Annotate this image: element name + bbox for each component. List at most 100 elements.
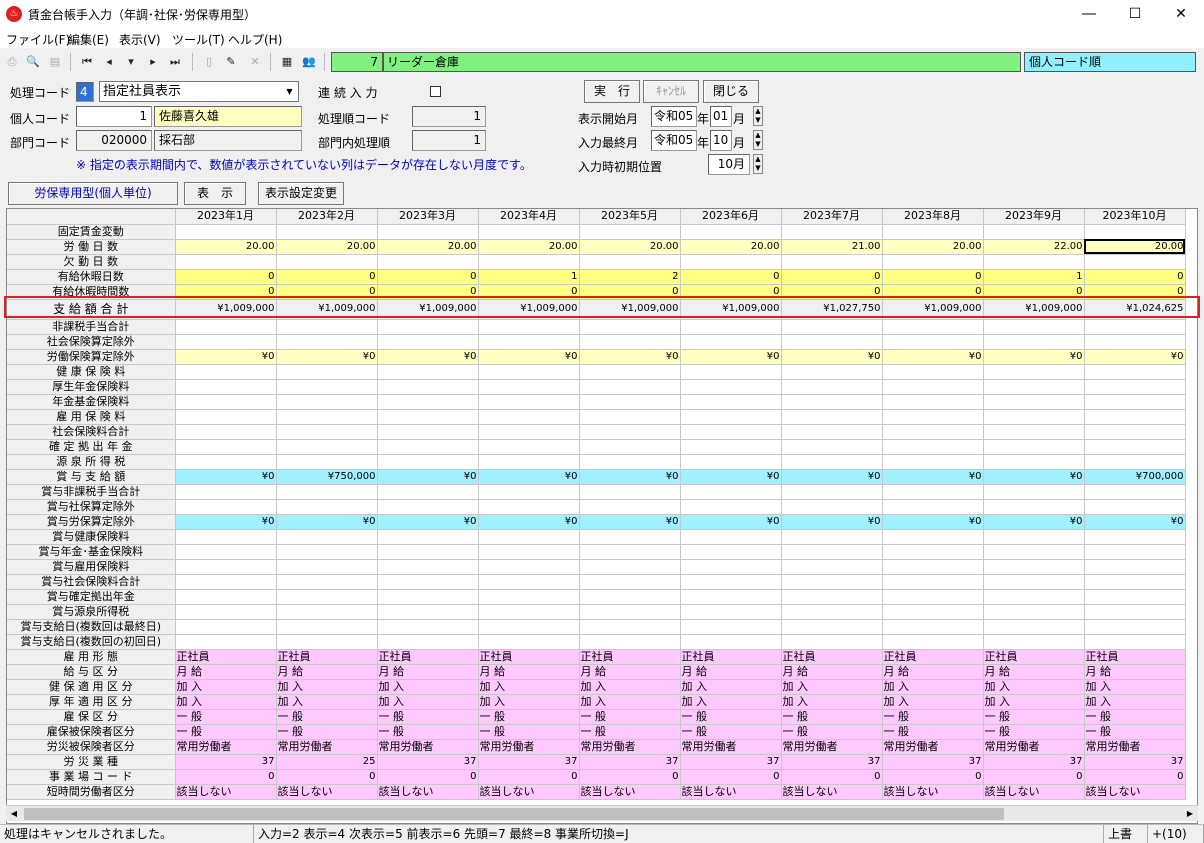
grid-cell[interactable]: ¥0 [680, 469, 782, 485]
grid-cell[interactable] [1084, 409, 1186, 425]
menu-help[interactable]: ヘルプ(H) [228, 31, 282, 48]
grid-cell[interactable]: ¥1,009,000 [175, 299, 277, 320]
grid-cell[interactable]: 一 般 [579, 724, 681, 740]
display-button[interactable]: 表 示 [184, 182, 246, 205]
grid-cell[interactable]: 20.00 [175, 239, 277, 255]
grid-cell[interactable]: 20.00 [478, 239, 580, 255]
grid-cell[interactable] [882, 424, 984, 440]
print-preview-icon[interactable]: 🔍 [24, 53, 42, 71]
grid-cell[interactable] [276, 529, 378, 545]
grid-cell[interactable]: 0 [175, 284, 277, 300]
grid-cell[interactable]: ¥750,000 [276, 469, 378, 485]
grid-cell[interactable]: ¥0 [276, 349, 378, 365]
grid-cell[interactable]: 該当しない [680, 784, 782, 800]
grid-cell[interactable]: 一 般 [175, 709, 277, 725]
grid-cell[interactable] [680, 634, 782, 650]
grid-cell[interactable] [579, 334, 681, 350]
grid-cell[interactable] [781, 559, 883, 575]
page-icon[interactable]: ▤ [46, 53, 64, 71]
grid-cell[interactable] [377, 319, 479, 335]
grid-cell[interactable] [1084, 334, 1186, 350]
grid-cell[interactable] [781, 439, 883, 455]
grid-cell[interactable]: 一 般 [377, 724, 479, 740]
grid-cell[interactable] [276, 544, 378, 560]
grid-cell[interactable] [579, 439, 681, 455]
grid-cell[interactable]: 37 [781, 754, 883, 770]
grid-cell[interactable] [377, 424, 479, 440]
grid-cell[interactable]: 20.00 [882, 239, 984, 255]
grid-cell[interactable] [882, 619, 984, 635]
grid-cell[interactable] [680, 379, 782, 395]
grid-cell[interactable]: 一 般 [882, 709, 984, 725]
grid-cell[interactable]: 1 [983, 269, 1085, 285]
grid-cell[interactable] [781, 334, 883, 350]
grid-cell[interactable] [175, 379, 277, 395]
grid-cell[interactable] [377, 634, 479, 650]
grid-cell[interactable] [276, 424, 378, 440]
grid-cell[interactable] [579, 409, 681, 425]
grid-cell[interactable]: ¥0 [175, 469, 277, 485]
grid-cell[interactable]: 0 [478, 769, 580, 785]
grid-cell[interactable]: 加 入 [680, 679, 782, 695]
grid-cell[interactable]: 0 [882, 269, 984, 285]
grid-cell[interactable] [882, 394, 984, 410]
grid-cell[interactable] [377, 254, 479, 270]
grid-cell[interactable] [983, 334, 1085, 350]
grid-cell[interactable]: 37 [377, 754, 479, 770]
grid-cell[interactable] [680, 544, 782, 560]
grid-cell[interactable]: ¥0 [781, 349, 883, 365]
month-header[interactable]: 2023年8月 [882, 209, 984, 225]
grid-cell[interactable] [1084, 634, 1186, 650]
grid-cell[interactable]: 常用労働者 [882, 739, 984, 755]
grid-cell[interactable]: 月 給 [175, 664, 277, 680]
grid-cell[interactable] [276, 499, 378, 515]
grid-cell[interactable] [882, 634, 984, 650]
grid-cell[interactable] [377, 334, 479, 350]
grid-cell[interactable] [175, 439, 277, 455]
grid-cell[interactable] [276, 574, 378, 590]
grid-cell[interactable] [579, 254, 681, 270]
grid-cell[interactable]: 一 般 [579, 709, 681, 725]
grid-cell[interactable]: ¥0 [1084, 349, 1186, 365]
grid-cell[interactable]: 該当しない [175, 784, 277, 800]
grid-cell[interactable] [478, 254, 580, 270]
grid-cell[interactable]: ¥0 [377, 349, 479, 365]
grid-cell[interactable] [579, 544, 681, 560]
grid-cell[interactable] [1084, 439, 1186, 455]
month-header[interactable]: 2023年5月 [579, 209, 681, 225]
display-settings-button[interactable]: 表示設定変更 [258, 182, 344, 205]
grid-cell[interactable] [377, 439, 479, 455]
grid-cell[interactable]: 加 入 [680, 694, 782, 710]
grid-cell[interactable] [1084, 224, 1186, 240]
grid-cell[interactable] [983, 499, 1085, 515]
grid-cell[interactable]: 正社員 [983, 649, 1085, 665]
grid-cell[interactable] [882, 559, 984, 575]
grid-cell[interactable]: 0 [579, 769, 681, 785]
calculator-icon[interactable]: ▦ [278, 53, 296, 71]
grid-cell[interactable]: 37 [478, 754, 580, 770]
close-window-button[interactable]: ✕ [1158, 0, 1204, 28]
grid-cell[interactable] [478, 499, 580, 515]
grid-cell[interactable] [1084, 589, 1186, 605]
grid-cell[interactable]: ¥1,009,000 [983, 299, 1085, 320]
grid-cell[interactable] [882, 574, 984, 590]
grid-cell[interactable] [175, 254, 277, 270]
grid-cell[interactable] [1084, 394, 1186, 410]
grid-cell[interactable]: 常用労働者 [983, 739, 1085, 755]
grid-cell[interactable]: 0 [882, 284, 984, 300]
close-button[interactable]: 閉じる [703, 80, 759, 103]
display-start-month-field[interactable]: 01 [710, 106, 732, 127]
grid-cell[interactable] [478, 619, 580, 635]
grid-cell[interactable] [579, 619, 681, 635]
grid-cell[interactable] [983, 529, 1085, 545]
grid-cell[interactable] [478, 424, 580, 440]
grid-cell[interactable]: 常用労働者 [276, 739, 378, 755]
grid-cell[interactable]: 0 [175, 769, 277, 785]
chevron-down-icon[interactable]: ▼ [281, 82, 298, 101]
grid-cell[interactable]: ¥0 [478, 469, 580, 485]
grid-cell[interactable] [377, 589, 479, 605]
grid-cell[interactable]: ¥0 [882, 469, 984, 485]
grid-cell[interactable] [781, 379, 883, 395]
grid-cell[interactable]: 25 [276, 754, 378, 770]
grid-cell[interactable]: 加 入 [478, 694, 580, 710]
